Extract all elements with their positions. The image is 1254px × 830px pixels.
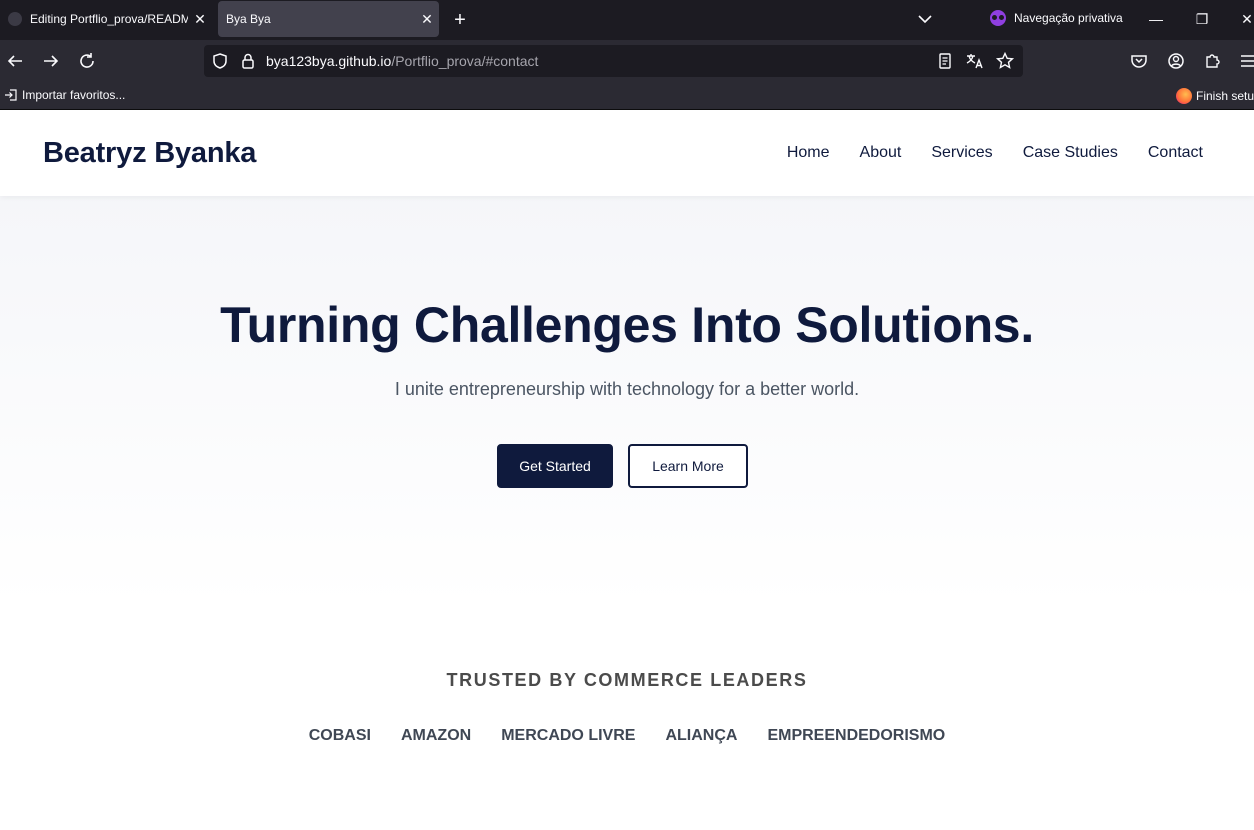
reload-icon[interactable] <box>75 49 99 73</box>
lock-icon[interactable] <box>236 49 260 73</box>
hero-buttons: Get Started Learn More <box>497 444 748 488</box>
bookmarks-toolbar: Importar favoritos... Finish setup <box>0 82 1254 110</box>
partner-logo: AMAZON <box>400 727 472 744</box>
partner-logo: MERCADO LIVRE <box>501 727 636 744</box>
hero-title: Turning Challenges Into Solutions. <box>220 297 1034 353</box>
private-browsing-indicator: Navegação privativa <box>990 10 1123 26</box>
url-bar[interactable]: bya123bya.github.io/Portflio_prova/#cont… <box>204 45 1023 77</box>
nav-link-contact[interactable]: Contact <box>1148 144 1203 162</box>
hero-section: Turning Challenges Into Solutions. I uni… <box>0 196 1254 606</box>
navigation-toolbar: bya123bya.github.io/Portflio_prova/#cont… <box>0 40 1254 82</box>
finish-setup-label: Finish setup <box>1196 89 1254 103</box>
partner-logo: ALIANÇA <box>665 727 738 744</box>
site-nav: Home About Services Case Studies Contact <box>787 144 1203 162</box>
new-tab-icon[interactable]: + <box>448 8 472 32</box>
web-page: Beatryz Byanka Home About Services Case … <box>0 110 1254 830</box>
trusted-section: TRUSTED BY COMMERCE LEADERS COBASI AMAZO… <box>0 670 1254 745</box>
nav-link-home[interactable]: Home <box>787 144 830 162</box>
private-mask-icon <box>990 10 1006 26</box>
site-brand[interactable]: Beatryz Byanka <box>43 137 256 170</box>
finish-setup-item[interactable]: Finish setup <box>1176 88 1254 104</box>
nav-link-case-studies[interactable]: Case Studies <box>1023 144 1118 162</box>
account-icon[interactable] <box>1164 49 1188 73</box>
learn-more-button[interactable]: Learn More <box>628 444 748 488</box>
firefox-icon <box>1176 88 1192 104</box>
tab-readme[interactable]: Editing Portflio_prova/README.md ✕ <box>0 0 212 38</box>
tab-bya-bya[interactable]: Bya Bya ✕ <box>218 1 439 37</box>
partner-logos: COBASI AMAZON MERCADO LIVRE ALIANÇA EMPR… <box>0 727 1254 745</box>
reader-view-icon[interactable] <box>933 49 957 73</box>
close-window-icon[interactable]: ✕ <box>1234 6 1254 32</box>
tab-bar: Editing Portflio_prova/README.md ✕ Bya B… <box>0 0 1254 40</box>
pocket-icon[interactable] <box>1127 49 1151 73</box>
extensions-icon[interactable] <box>1200 49 1224 73</box>
import-bookmarks-label: Importar favoritos... <box>22 88 126 102</box>
url-text[interactable]: bya123bya.github.io/Portflio_prova/#cont… <box>266 53 538 69</box>
minimize-icon[interactable]: — <box>1143 6 1169 32</box>
tab-title: Editing Portflio_prova/README.md <box>30 12 188 26</box>
import-icon <box>4 88 18 102</box>
forward-arrow-icon[interactable] <box>39 49 63 73</box>
tab-close-icon[interactable]: ✕ <box>188 11 212 28</box>
import-bookmarks-item[interactable]: Importar favoritos... <box>4 88 125 102</box>
shield-icon[interactable] <box>208 49 232 73</box>
menu-icon[interactable] <box>1236 49 1254 73</box>
hero-subtitle: I unite entrepreneurship with technology… <box>394 379 860 399</box>
site-header: Beatryz Byanka Home About Services Case … <box>0 110 1254 196</box>
star-icon[interactable] <box>993 49 1017 73</box>
translate-icon[interactable] <box>963 49 987 73</box>
restore-icon[interactable]: ❐ <box>1189 6 1215 32</box>
partner-logo: COBASI <box>308 727 371 744</box>
github-favicon-icon <box>8 12 22 26</box>
get-started-button[interactable]: Get Started <box>497 444 613 488</box>
partner-logo: EMPREENDEDORISMO <box>767 727 946 744</box>
nav-link-about[interactable]: About <box>860 144 902 162</box>
tab-close-icon[interactable]: ✕ <box>415 11 439 28</box>
chevron-down-icon[interactable] <box>914 8 936 30</box>
private-label: Navegação privativa <box>1014 11 1123 25</box>
trusted-heading: TRUSTED BY COMMERCE LEADERS <box>446 670 808 690</box>
nav-link-services[interactable]: Services <box>931 144 992 162</box>
tab-title: Bya Bya <box>226 12 271 26</box>
back-arrow-icon[interactable] <box>3 49 27 73</box>
